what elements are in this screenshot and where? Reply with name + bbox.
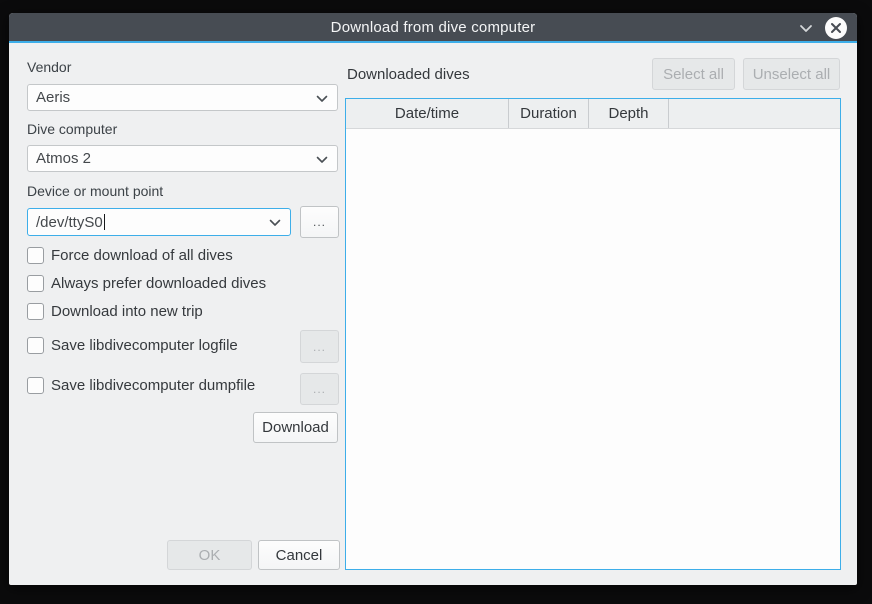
dive-computer-value: Atmos 2: [36, 150, 91, 167]
vendor-select[interactable]: Aeris: [27, 84, 338, 111]
select-all-button: Select all: [652, 58, 735, 90]
shade-window-button[interactable]: [799, 24, 813, 33]
table-header-datetime[interactable]: Date/time: [346, 99, 509, 128]
checkbox-row-new-trip[interactable]: Download into new trip: [27, 303, 203, 320]
downloaded-dives-label: Downloaded dives: [347, 66, 470, 83]
chevron-down-icon: [316, 95, 328, 103]
ok-button: OK: [167, 540, 252, 570]
save-dumpfile-checkbox[interactable]: [27, 377, 44, 394]
text-cursor: [104, 214, 105, 230]
checkbox-label: Save libdivecomputer logfile: [51, 337, 238, 354]
device-label: Device or mount point: [27, 183, 163, 199]
checkbox-row-save-logfile[interactable]: Save libdivecomputer logfile: [27, 337, 238, 354]
dive-computer-label: Dive computer: [27, 121, 117, 137]
checkbox-row-prefer-downloaded[interactable]: Always prefer downloaded dives: [27, 275, 266, 292]
checkbox-label: Save libdivecomputer dumpfile: [51, 377, 255, 394]
chevron-down-icon: [799, 24, 813, 33]
device-browse-button[interactable]: ...: [300, 206, 339, 238]
dumpfile-browse-button: ...: [300, 373, 339, 405]
close-icon: [830, 22, 842, 34]
unselect-all-button: Unselect all: [743, 58, 840, 90]
cancel-button[interactable]: Cancel: [258, 540, 340, 570]
table-body-empty: [346, 129, 840, 568]
download-dialog-window: Download from dive computer Vendor Aeris…: [9, 13, 857, 585]
dive-computer-select[interactable]: Atmos 2: [27, 145, 338, 172]
checkbox-row-force-download[interactable]: Force download of all dives: [27, 247, 233, 264]
device-value: /dev/ttyS0: [36, 214, 103, 231]
table-header-duration[interactable]: Duration: [509, 99, 589, 128]
downloaded-dives-table: Date/time Duration Depth: [345, 98, 841, 570]
checkbox-label: Download into new trip: [51, 303, 203, 320]
new-trip-checkbox[interactable]: [27, 303, 44, 320]
table-header-blank[interactable]: [669, 99, 840, 128]
save-logfile-checkbox[interactable]: [27, 337, 44, 354]
window-title: Download from dive computer: [331, 19, 536, 36]
table-header-depth[interactable]: Depth: [589, 99, 669, 128]
download-button[interactable]: Download: [253, 412, 338, 443]
prefer-downloaded-checkbox[interactable]: [27, 275, 44, 292]
table-header-row: Date/time Duration Depth: [346, 99, 840, 129]
force-download-checkbox[interactable]: [27, 247, 44, 264]
logfile-browse-button: ...: [300, 330, 339, 363]
device-input[interactable]: /dev/ttyS0: [27, 208, 291, 236]
chevron-down-icon: [316, 156, 328, 164]
vendor-value: Aeris: [36, 89, 70, 106]
checkbox-label: Always prefer downloaded dives: [51, 275, 266, 292]
close-button[interactable]: [825, 17, 847, 39]
titlebar: Download from dive computer: [9, 13, 857, 43]
chevron-down-icon: [269, 219, 281, 227]
checkbox-label: Force download of all dives: [51, 247, 233, 264]
vendor-label: Vendor: [27, 59, 71, 75]
checkbox-row-save-dumpfile[interactable]: Save libdivecomputer dumpfile: [27, 377, 255, 394]
